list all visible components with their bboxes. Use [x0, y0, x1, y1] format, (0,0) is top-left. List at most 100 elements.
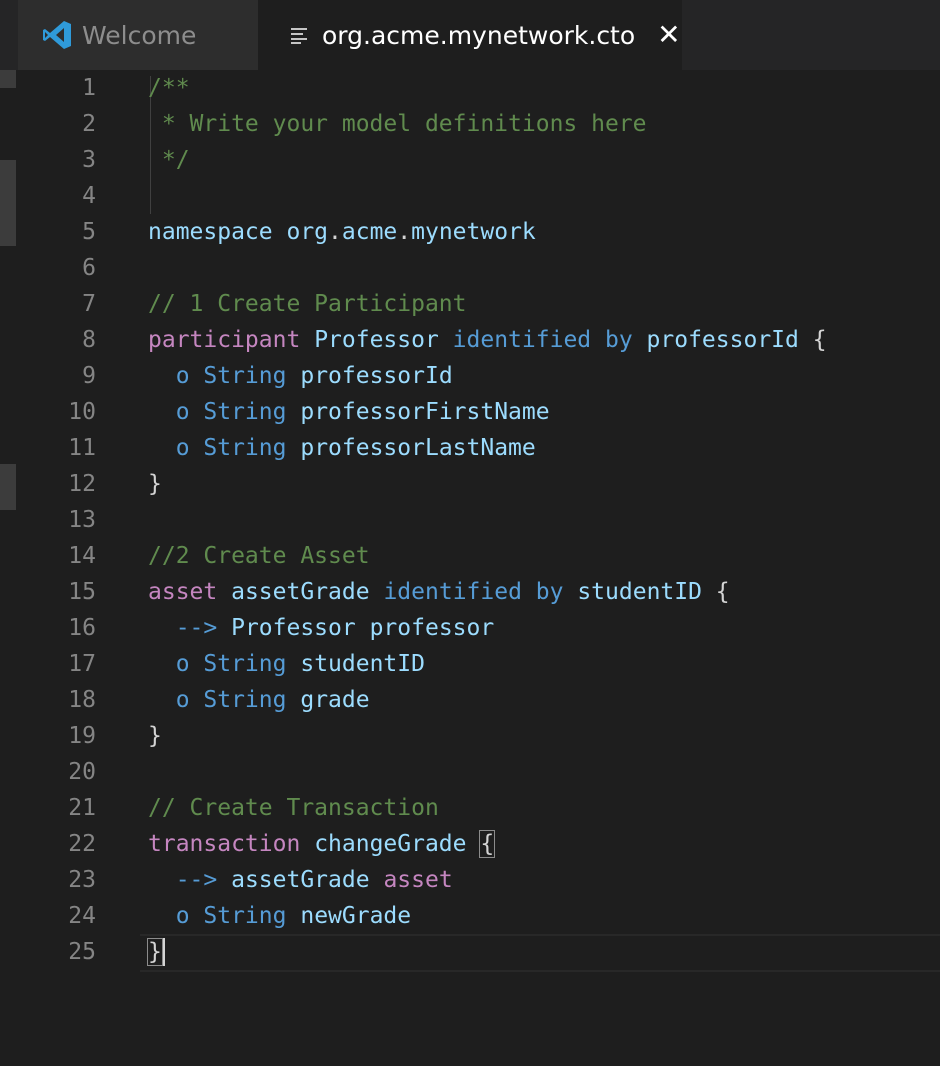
code-line[interactable]: 20	[0, 754, 940, 790]
code-line[interactable]: 13	[0, 502, 940, 538]
code-token: identified by	[452, 327, 633, 353]
code-token: professorId	[646, 327, 799, 353]
code-line[interactable]: 21 // Create Transaction	[0, 790, 940, 826]
code-line[interactable]: 25}	[0, 934, 940, 970]
line-number: 22	[68, 831, 96, 857]
close-icon[interactable]: ✕	[657, 21, 680, 49]
code-token: * Write your model definitions here	[148, 111, 647, 137]
code-line[interactable]: 23 --> assetGrade asset	[0, 862, 940, 898]
line-number: 21	[68, 795, 96, 821]
line-number: 11	[68, 435, 96, 461]
code-line[interactable]: 14 //2 Create Asset	[0, 538, 940, 574]
code-token: //2 Create Asset	[148, 543, 370, 569]
line-number: 25	[68, 939, 96, 965]
line-number: 7	[82, 291, 96, 317]
code-line[interactable]: 18 o String grade	[0, 682, 940, 718]
code-line[interactable]: 19}	[0, 718, 940, 754]
code-token: studentID	[577, 579, 702, 605]
code-token: Professor	[231, 615, 356, 641]
code-token: // 1 Create Participant	[148, 291, 467, 317]
code-line[interactable]: 1 /**	[0, 70, 940, 106]
tab-org-acme-mynetwork-cto[interactable]: org.acme.mynetwork.cto ✕	[258, 0, 682, 70]
code-token: String	[203, 399, 287, 425]
code-token: asset	[148, 579, 218, 605]
code-token: .	[397, 219, 412, 245]
text-cursor	[162, 938, 165, 966]
code-line[interactable]: 2 * Write your model definitions here	[0, 106, 940, 142]
line-number: 6	[82, 255, 96, 281]
line-number: 13	[68, 507, 96, 533]
line-number: 5	[82, 219, 96, 245]
code-editor[interactable]: 1 /** 2 * Write your model definitions her…	[0, 70, 940, 1066]
code-line[interactable]: 5 namespace org.acme.mynetwork	[0, 214, 940, 250]
code-token: */	[148, 147, 190, 173]
code-line[interactable]: 3 */	[0, 142, 940, 178]
code-token: String	[203, 435, 287, 461]
code-line[interactable]: 8 participant Professor identified by pro…	[0, 322, 940, 358]
code-line[interactable]: 12}	[0, 466, 940, 502]
code-line[interactable]: 17 o String studentID	[0, 646, 940, 682]
code-text: }	[148, 723, 162, 749]
line-number: 14	[68, 543, 96, 569]
code-token: acme	[341, 219, 398, 245]
line-number: 8	[82, 327, 96, 353]
tab-welcome[interactable]: Welcome	[18, 0, 258, 70]
code-line[interactable]: 16 --> Professor professor	[0, 610, 940, 646]
code-text: o String professorLastName	[148, 435, 536, 461]
code-token: participant	[148, 327, 301, 353]
code-token: assetGrade	[231, 579, 370, 605]
line-number: 19	[68, 723, 96, 749]
line-number: 23	[68, 867, 96, 893]
line-number: 3	[82, 147, 96, 173]
code-token: namespace	[148, 219, 273, 245]
code-text: transaction changeGrade {	[148, 830, 496, 858]
code-text: o String grade	[148, 687, 370, 713]
tab-label: Welcome	[82, 20, 197, 50]
code-text: * Write your model definitions here	[148, 111, 647, 137]
code-token: assetGrade	[231, 867, 370, 893]
line-number: 24	[68, 903, 96, 929]
code-token: o	[148, 651, 204, 677]
code-token: }	[148, 723, 162, 749]
code-line[interactable]: 11 o String professorLastName	[0, 430, 940, 466]
code-text: }	[147, 937, 165, 966]
code-token: changeGrade	[314, 831, 467, 857]
line-number: 17	[68, 651, 96, 677]
code-line[interactable]: 6	[0, 250, 940, 286]
code-token: String	[203, 651, 287, 677]
code-line[interactable]: 15 asset assetGrade identified by student…	[0, 574, 940, 610]
code-line[interactable]: 10 o String professorFirstName	[0, 394, 940, 430]
code-token: professor	[369, 615, 495, 641]
code-text: }	[148, 471, 162, 497]
code-token: .	[328, 219, 342, 245]
code-line[interactable]: 9 o String professorId	[0, 358, 940, 394]
line-number: 4	[82, 183, 96, 209]
code-token: org	[286, 219, 329, 245]
code-text: o String newGrade	[148, 903, 411, 929]
code-token: mynetwork	[411, 219, 536, 245]
code-line[interactable]: 7 // 1 Create Participant	[0, 286, 940, 322]
code-token: Professor	[314, 327, 439, 353]
code-text: participant Professor identified by prof…	[148, 327, 827, 353]
code-text: /**	[148, 75, 190, 101]
code-token: grade	[300, 687, 370, 713]
code-token: transaction	[148, 831, 301, 857]
line-number: 15	[68, 579, 96, 605]
code-token: o	[148, 399, 204, 425]
tab-bar: Welcome org.acme.mynetwork.cto ✕	[0, 0, 940, 70]
code-line[interactable]: 4	[0, 178, 940, 214]
code-token: {	[479, 830, 496, 858]
code-token: o	[148, 903, 204, 929]
code-token: String	[203, 687, 287, 713]
code-line[interactable]: 22 transaction changeGrade {	[0, 826, 940, 862]
code-line[interactable]: 24 o String newGrade	[0, 898, 940, 934]
